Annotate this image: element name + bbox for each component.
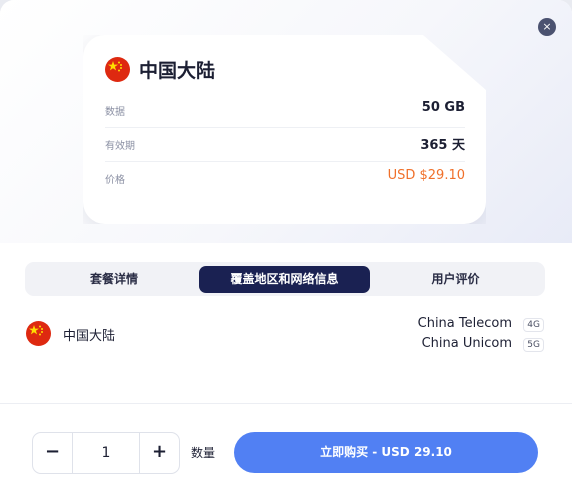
decrease-quantity-button[interactable]: −: [33, 433, 73, 473]
plan-hero: × 中国大陆 数据 50 GB 有效期 365 天 价格 USD $29.10: [0, 0, 572, 243]
data-row: 数据 50 GB: [105, 94, 465, 128]
tab-plan-details[interactable]: 套餐详情: [29, 266, 199, 293]
price-label: 价格: [105, 175, 125, 186]
china-flag-icon: [105, 57, 130, 82]
price-value: USD $29.10: [387, 168, 465, 183]
network-generation-badge: 5G: [523, 338, 544, 352]
close-icon: ×: [542, 20, 552, 33]
buy-now-button[interactable]: 立即购买 - USD 29.10: [234, 432, 538, 473]
data-value: 50 GB: [421, 100, 465, 115]
quantity-value[interactable]: 1: [73, 433, 139, 473]
tab-coverage-network[interactable]: 覆盖地区和网络信息: [199, 266, 370, 293]
data-label: 数据: [105, 107, 125, 118]
validity-row: 有效期 365 天: [105, 128, 465, 162]
plan-card: 中国大陆 数据 50 GB 有效期 365 天 价格 USD $29.10: [83, 35, 486, 224]
validity-label: 有效期: [105, 141, 135, 152]
purchase-footer: − 1 + 数量 立即购买 - USD 29.10: [0, 403, 572, 500]
tab-bar: 套餐详情 覆盖地区和网络信息 用户评价: [25, 262, 545, 296]
network-generation-badge: 4G: [523, 318, 544, 332]
network-name: China Unicom: [421, 336, 512, 351]
coverage-country: 中国大陆: [63, 329, 116, 344]
increase-quantity-button[interactable]: +: [139, 433, 179, 473]
network-name: China Telecom: [417, 316, 512, 331]
quantity-stepper: − 1 +: [32, 432, 180, 474]
plan-detail-modal: × 中国大陆 数据 50 GB 有效期 365 天 价格 USD $29.10 …: [0, 0, 572, 500]
validity-value: 365 天: [420, 138, 465, 153]
plan-country-title: 中国大陆: [139, 60, 216, 82]
price-row: 价格 USD $29.10: [105, 162, 465, 196]
close-button[interactable]: ×: [538, 18, 556, 36]
quantity-label: 数量: [191, 446, 216, 460]
china-flag-icon: [26, 321, 51, 346]
tab-reviews[interactable]: 用户评价: [370, 266, 541, 293]
